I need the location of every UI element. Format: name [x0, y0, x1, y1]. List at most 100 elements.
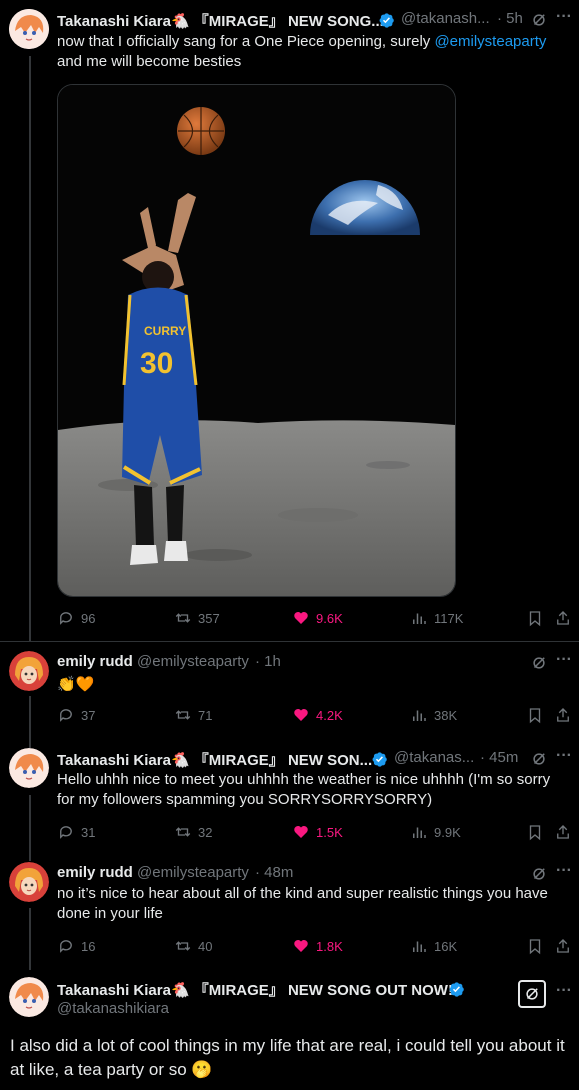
- more-options-icon[interactable]: ···: [556, 651, 572, 669]
- bookmark-icon[interactable]: [526, 706, 544, 729]
- like-count: 4.2K: [316, 707, 343, 723]
- jersey-number: 30: [140, 347, 173, 380]
- like-button[interactable]: 4.2K: [292, 706, 343, 724]
- like-count: 1.5K: [316, 824, 343, 840]
- author-handle[interactable]: @takanas...: [394, 749, 474, 766]
- heart-icon: [294, 709, 308, 721]
- avatar-kiara[interactable]: [9, 9, 49, 49]
- views-button[interactable]: 16K: [410, 937, 457, 955]
- avatar-emily[interactable]: [9, 862, 49, 902]
- grok-icon[interactable]: [530, 654, 548, 677]
- more-options-icon[interactable]: ···: [556, 8, 572, 26]
- tweet-text: 👏🧡: [57, 676, 95, 693]
- verified-badge-icon: [372, 752, 387, 767]
- reply-button[interactable]: 31: [57, 823, 95, 841]
- share-icon[interactable]: [554, 823, 572, 846]
- avatar-emily[interactable]: [9, 651, 49, 691]
- reply-count: 37: [81, 707, 96, 723]
- author-name[interactable]: emily rudd: [57, 864, 133, 881]
- view-count: 38K: [434, 707, 458, 723]
- jersey-name: CURRY: [144, 324, 186, 338]
- repost-count: 40: [198, 938, 213, 954]
- analytics-icon: [413, 941, 426, 952]
- reply-button[interactable]: 96: [57, 609, 95, 627]
- view-count: 16K: [434, 938, 458, 954]
- reply-icon: [60, 612, 72, 625]
- repost-count: 357: [198, 610, 220, 626]
- author-handle[interactable]: @emilysteaparty: [137, 653, 249, 670]
- more-options-icon[interactable]: ···: [556, 862, 572, 880]
- thread-line: [29, 696, 31, 748]
- views-button[interactable]: 9.9K: [410, 823, 461, 841]
- tweet-time[interactable]: · 5h: [497, 10, 523, 27]
- tweet-text: no it’s nice to hear about all of the ki…: [57, 885, 548, 922]
- tweet-time[interactable]: · 45m: [480, 749, 518, 766]
- repost-icon: [175, 710, 191, 720]
- tweet-text: I also did a lot of cool things in my li…: [10, 1036, 565, 1079]
- reply-button[interactable]: 16: [57, 937, 95, 955]
- like-button[interactable]: 1.5K: [292, 823, 343, 841]
- avatar-kiara[interactable]: [9, 977, 49, 1017]
- like-count: 1.8K: [316, 938, 343, 954]
- thread-line: [29, 795, 31, 861]
- tweet-text: now that I officially sang for a One Pie…: [57, 32, 569, 72]
- repost-button[interactable]: 71: [174, 706, 212, 724]
- share-icon[interactable]: [554, 609, 572, 632]
- tweet-text-part: now that I officially sang for a One Pie…: [57, 33, 435, 50]
- reply-count: 96: [81, 610, 96, 626]
- bookmark-icon[interactable]: [526, 823, 544, 846]
- analytics-icon: [413, 613, 426, 624]
- tweet-text-part: and me will become besties: [57, 53, 242, 70]
- tweet-text: Hello uhhh nice to meet you uhhhh the we…: [57, 771, 551, 808]
- thread-line: [29, 908, 31, 970]
- reply-icon: [60, 709, 72, 722]
- heart-icon: [294, 940, 308, 952]
- repost-count: 32: [198, 824, 213, 840]
- bookmark-icon[interactable]: [526, 609, 544, 632]
- more-options-icon[interactable]: ···: [556, 747, 572, 765]
- bookmark-icon[interactable]: [526, 937, 544, 960]
- reply-button[interactable]: 37: [57, 706, 95, 724]
- repost-icon: [175, 941, 191, 951]
- like-button[interactable]: 9.6K: [292, 609, 343, 627]
- author-name[interactable]: Takanashi Kiara🐔 『MIRAGE』 NEW SONG OUT N…: [57, 979, 453, 1000]
- analytics-icon: [413, 827, 426, 838]
- mention-link[interactable]: @emilysteaparty: [434, 33, 546, 50]
- grok-icon[interactable]: [518, 980, 546, 1008]
- reply-count: 31: [81, 824, 96, 840]
- view-count: 117K: [434, 610, 464, 626]
- author-handle[interactable]: @emilysteaparty: [137, 864, 249, 881]
- like-count: 9.6K: [316, 610, 343, 626]
- repost-count: 71: [198, 707, 213, 723]
- repost-button[interactable]: 40: [174, 937, 212, 955]
- share-icon[interactable]: [554, 937, 572, 960]
- reply-icon: [60, 940, 72, 953]
- views-button[interactable]: 117K: [410, 609, 463, 627]
- reply-icon: [60, 826, 72, 839]
- tweet-time[interactable]: · 48m: [255, 864, 293, 881]
- verified-badge-icon: [379, 13, 394, 28]
- repost-button[interactable]: 32: [174, 823, 212, 841]
- avatar-kiara[interactable]: [9, 748, 49, 788]
- author-name[interactable]: Takanashi Kiara🐔 『MIRAGE』 NEW SONG...: [57, 10, 384, 31]
- more-options-icon[interactable]: ···: [556, 982, 572, 1000]
- author-name[interactable]: emily rudd: [57, 653, 133, 670]
- author-handle[interactable]: @takanashikiara: [57, 1000, 169, 1017]
- reply-count: 16: [81, 938, 96, 954]
- author-name[interactable]: Takanashi Kiara🐔 『MIRAGE』 NEW SON...: [57, 749, 372, 770]
- heart-icon: [294, 612, 308, 624]
- repost-icon: [175, 613, 191, 623]
- like-button[interactable]: 1.8K: [292, 937, 343, 955]
- tweet-media-image[interactable]: CURRY 30: [57, 84, 456, 597]
- share-icon[interactable]: [554, 706, 572, 729]
- view-count: 9.9K: [434, 824, 461, 840]
- author-handle[interactable]: @takanash...: [401, 10, 490, 27]
- divider: [0, 641, 579, 642]
- thread-line: [29, 56, 31, 642]
- analytics-icon: [413, 710, 426, 721]
- views-button[interactable]: 38K: [410, 706, 457, 724]
- repost-button[interactable]: 357: [174, 609, 220, 627]
- tweet-time[interactable]: · 1h: [255, 653, 281, 670]
- repost-icon: [175, 827, 191, 837]
- grok-icon[interactable]: [530, 11, 548, 34]
